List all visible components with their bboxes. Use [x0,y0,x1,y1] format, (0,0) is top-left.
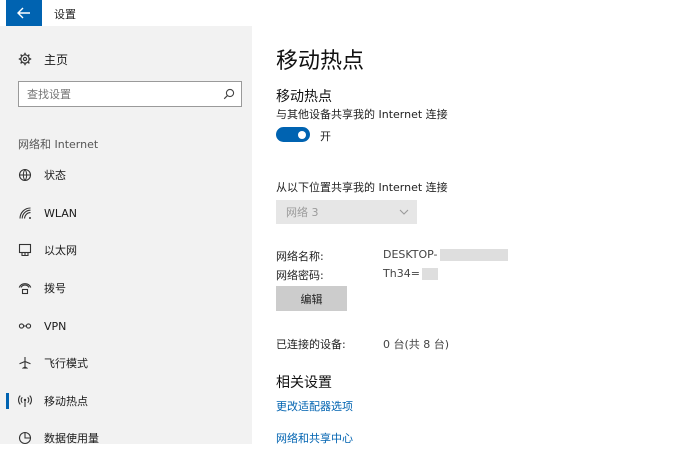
sidebar-item-vpn[interactable]: VPN [0,312,252,340]
sidebar-home-label: 主页 [44,52,69,67]
connected-devices-label: 已连接的设备: [276,338,346,351]
network-password-value: Th34= [383,267,438,280]
search-icon[interactable] [223,88,235,100]
hotspot-description: 与其他设备共享我的 Internet 连接 [276,108,448,121]
dialup-icon [18,281,32,295]
network-name-value: DESKTOP- [383,248,508,261]
sidebar-item-label: 以太网 [44,244,77,257]
sidebar-item-airplane[interactable]: 飞行模式 [0,349,252,377]
page-title: 移动热点 [276,49,365,74]
ethernet-icon [18,243,32,257]
search-input[interactable] [27,87,207,101]
share-from-label: 从以下位置共享我的 Internet 连接 [276,181,448,194]
window-title: 设置 [54,8,76,21]
sidebar-item-label: 拨号 [44,282,66,295]
sidebar-item-ethernet[interactable]: 以太网 [0,236,252,264]
dropdown-value: 网络 3 [286,206,319,219]
main-content: 移动热点 移动热点 与其他设备共享我的 Internet 连接 开 从以下位置共… [252,26,682,445]
section-label: 网络和 Internet [18,138,99,151]
toggle-knob [298,130,306,139]
network-name-label: 网络名称: [276,250,324,263]
edit-button[interactable]: 编辑 [276,286,347,311]
data-usage-icon [18,431,32,445]
sidebar-item-label: VPN [44,319,67,333]
sidebar-item-wlan[interactable]: WLAN [0,199,252,227]
network-password-label: 网络密码: [276,269,324,282]
share-from-dropdown[interactable]: 网络 3 [276,200,417,224]
network-password-text: Th34= [383,267,420,280]
network-name-text: DESKTOP- [383,248,438,261]
vpn-icon [18,319,32,333]
globe-icon [18,168,32,182]
sidebar-item-label: 状态 [44,169,66,182]
gear-icon [18,52,32,66]
hotspot-heading: 移动热点 [276,89,332,105]
airplane-icon [18,356,32,370]
sidebar: 主页 网络和 Internet 状态 WLAN 以太网 拨号 [0,26,252,445]
chevron-down-icon [399,209,409,215]
redacted-area [421,267,438,280]
connected-devices-value: 0 台(共 8 台) [383,338,450,351]
wifi-icon [18,206,32,220]
toggle-state-label: 开 [320,130,331,143]
related-settings-heading: 相关设置 [276,375,332,391]
back-button[interactable] [6,0,42,26]
hotspot-toggle[interactable] [276,127,310,142]
active-indicator [6,393,9,409]
sidebar-item-status[interactable]: 状态 [0,161,252,189]
sidebar-item-hotspot[interactable]: 移动热点 [0,387,252,415]
hotspot-icon [18,394,32,408]
sidebar-item-label: 移动热点 [44,395,88,408]
sidebar-item-dialup[interactable]: 拨号 [0,274,252,302]
sidebar-item-label: WLAN [44,206,78,220]
redacted-area [439,248,508,261]
sidebar-home[interactable]: 主页 [18,50,68,68]
search-box[interactable] [18,81,242,107]
sidebar-item-label: 飞行模式 [44,357,88,370]
sidebar-item-data-usage[interactable]: 数据使用量 [0,424,252,452]
change-adapter-options-link[interactable]: 更改适配器选项 [276,398,353,414]
title-bar: 设置 [0,0,682,26]
back-arrow-icon [17,7,30,19]
